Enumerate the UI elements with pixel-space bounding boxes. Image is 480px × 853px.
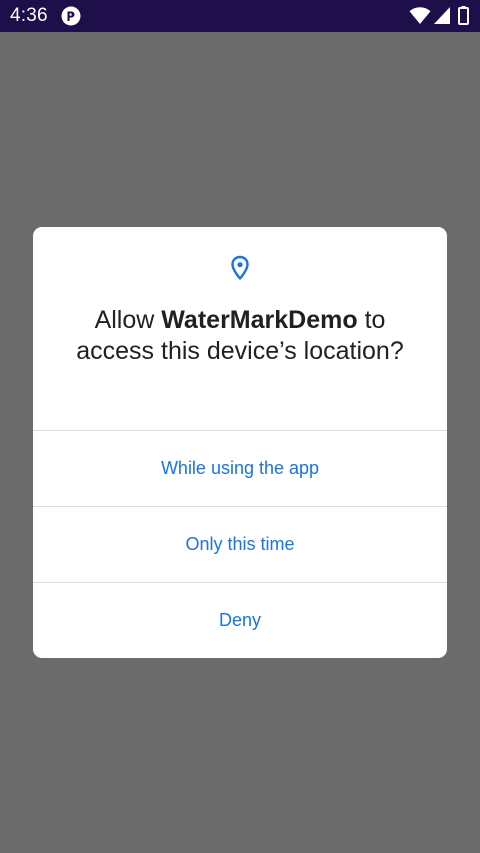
only-this-time-button[interactable]: Only this time (33, 506, 447, 582)
title-prefix: Allow (94, 306, 162, 334)
app-name: WaterMarkDemo (161, 306, 358, 334)
wifi-icon (409, 7, 431, 24)
status-bar: 4:36 (0, 0, 480, 32)
location-pin-icon (231, 255, 249, 280)
status-time: 4:36 (10, 5, 48, 26)
while-using-the-app-label: While using the app (160, 458, 320, 478)
dialog-title: Allow WaterMarkDemo to access this devic… (53, 305, 427, 367)
app-notification-icon (61, 6, 81, 26)
deny-label: Deny (218, 610, 262, 630)
location-permission-dialog: Allow WaterMarkDemo to access this devic… (33, 227, 447, 658)
deny-button[interactable]: Deny (33, 582, 447, 658)
battery-icon (458, 6, 469, 25)
only-this-time-label: Only this time (185, 534, 295, 554)
while-using-the-app-button[interactable]: While using the app (33, 430, 447, 506)
cell-signal-icon (434, 7, 450, 24)
